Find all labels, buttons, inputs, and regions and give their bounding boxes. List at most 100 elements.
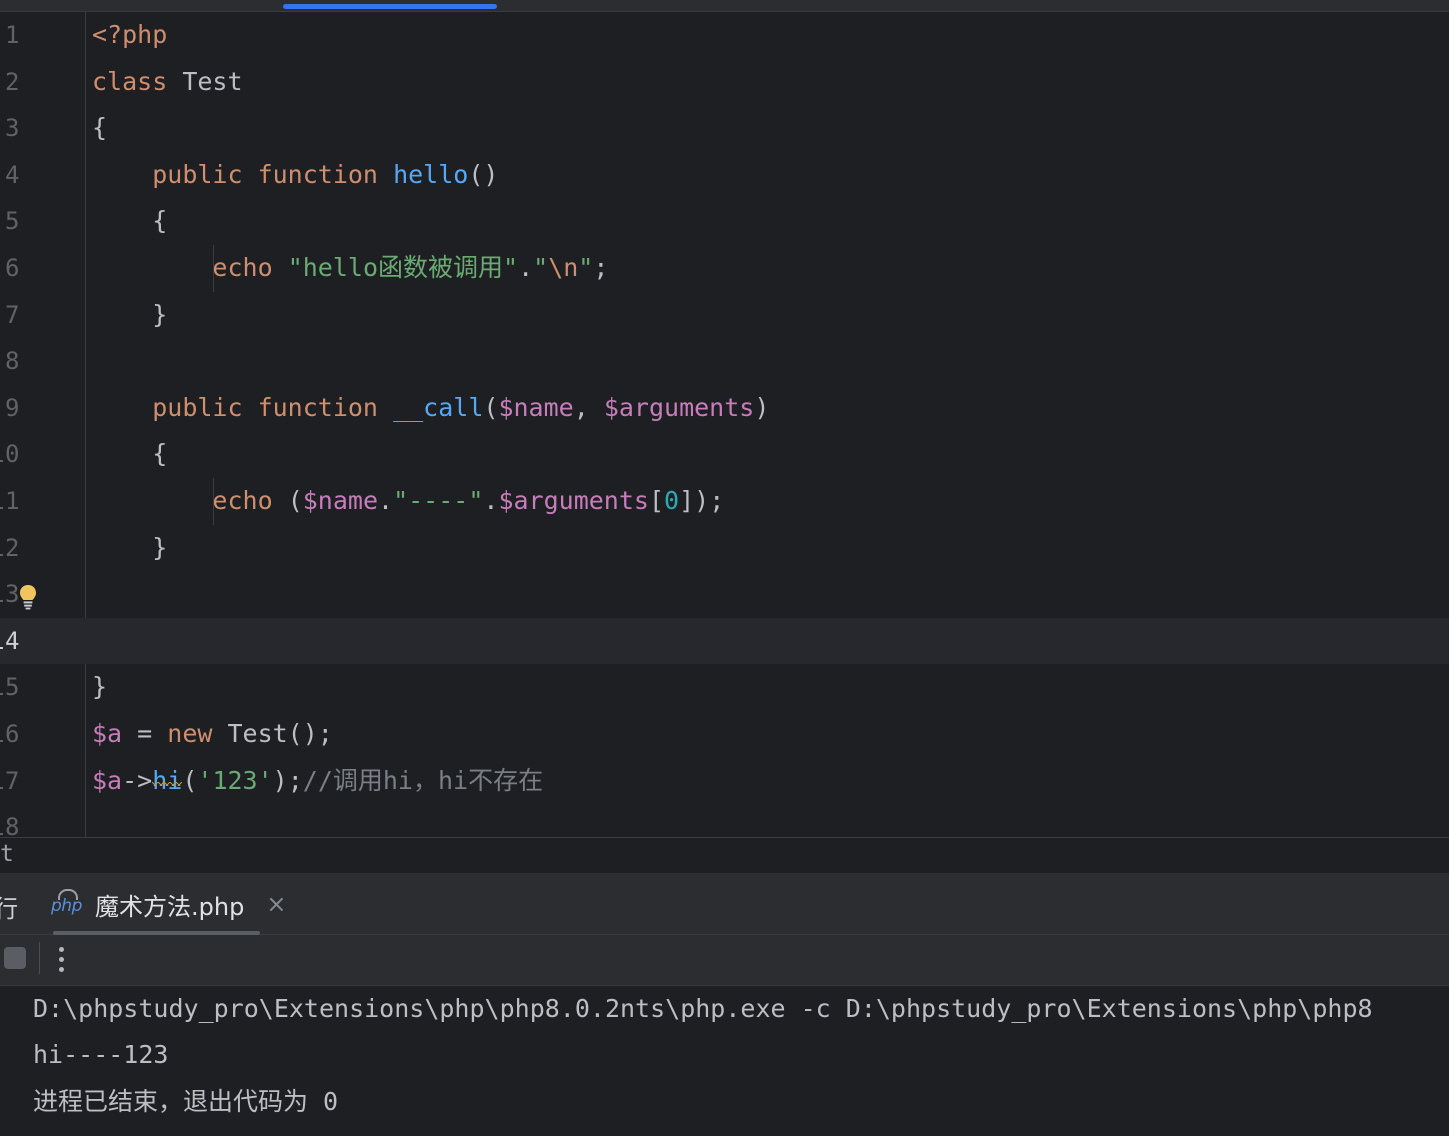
console-line: D:\phpstudy_pro\Extensions\php\php8.0.2n…: [33, 994, 1373, 1023]
code-token: $a: [92, 718, 123, 748]
code-token: public function: [152, 392, 378, 422]
line-content: }: [92, 292, 167, 339]
editor-line[interactable]: 13: [0, 571, 1449, 618]
close-icon[interactable]: ×: [266, 892, 286, 916]
line-content: echo "hello函数被调用"."\n";: [92, 245, 608, 292]
editor-rows: 1 <?php 2 class Test 3{4 public function hel…: [0, 12, 1449, 837]
ide-window: 1 <?php 2 class Test 3{4 public function hel…: [0, 0, 1449, 1136]
code-token: );: [272, 765, 303, 795]
code-token: {: [92, 439, 168, 469]
run-toolbar: [0, 935, 1449, 985]
line-content: public function hello(): [92, 152, 498, 199]
code-token: echo: [212, 252, 273, 282]
editor-line[interactable]: 4 public function hello(): [0, 152, 1449, 199]
editor-line[interactable]: 15}: [0, 664, 1449, 711]
code-token: $a: [92, 765, 123, 795]
editor-line[interactable]: 17 $a->hi('123');//调用hi，hi不存在: [0, 758, 1449, 805]
code-token: }: [92, 299, 168, 329]
line-content: {: [92, 105, 107, 152]
editor-line[interactable]: 3{: [0, 105, 1449, 152]
indent-guide: [213, 245, 215, 292]
editor-line[interactable]: 5 {: [0, 198, 1449, 245]
editor-line[interactable]: 2 class Test: [0, 59, 1449, 106]
code-editor[interactable]: 1 <?php 2 class Test 3{4 public function hel…: [0, 12, 1449, 837]
code-token: 0: [664, 485, 680, 515]
line-content: echo ($name."----".$arguments[0]);: [92, 478, 724, 525]
console-output[interactable]: D:\phpstudy_pro\Extensions\php\php8.0.2n…: [0, 985, 1449, 1136]
editor-line[interactable]: 14: [0, 617, 1449, 665]
line-number: 10: [0, 440, 20, 469]
code-token: (: [483, 392, 499, 422]
line-content: class Test: [92, 59, 243, 106]
editor-line[interactable]: 9 public function __call($name, $argumen…: [0, 385, 1449, 432]
code-token: \n: [548, 252, 579, 282]
editor-line[interactable]: 6 echo "hello函数被调用"."\n";: [0, 245, 1449, 292]
editor-line[interactable]: 10 {: [0, 431, 1449, 478]
breadcrumb[interactable]: t: [0, 837, 1449, 873]
code-token: Test();: [212, 718, 333, 748]
code-token: $arguments: [603, 392, 755, 422]
line-number: 11: [0, 486, 20, 515]
code-token: echo: [212, 485, 273, 515]
editor-line[interactable]: 16 $a = new Test();: [0, 711, 1449, 758]
tool-window-label: 行: [0, 895, 18, 923]
editor-line[interactable]: 18: [0, 804, 1449, 837]
code-token: class: [92, 66, 168, 96]
run-tool-window: 行 php 魔术方法.php × D:\phpstudy_pro\Extensi…: [0, 873, 1449, 1136]
code-token: $arguments: [498, 485, 649, 515]
line-content: }: [92, 525, 167, 572]
console-line: hi----123: [33, 1040, 169, 1069]
line-content: {: [92, 198, 167, 245]
code-token: .: [378, 485, 394, 515]
code-token: new: [167, 718, 213, 748]
code-token: "hello函数被调用": [287, 252, 519, 282]
run-tab-magic-method-php[interactable]: php 魔术方法.php ×: [37, 873, 300, 935]
line-content: }: [92, 664, 107, 711]
indent-guide: [213, 478, 215, 525]
editor-line[interactable]: 11 echo ($name."----".$arguments[0]);: [0, 478, 1449, 525]
line-number: 9: [5, 393, 20, 422]
line-number: 2: [5, 67, 20, 96]
php-file-icon: php: [51, 889, 85, 919]
code-token: ": [578, 252, 594, 282]
line-number: 6: [5, 253, 20, 282]
line-number: 3: [5, 114, 20, 143]
line-number: 1: [5, 21, 20, 49]
toolbar-separator: [39, 942, 40, 974]
code-token: [: [648, 485, 665, 515]
editor-line[interactable]: 1 <?php: [0, 12, 1449, 59]
editor-line[interactable]: 7 }: [0, 292, 1449, 339]
line-number: 5: [5, 207, 20, 236]
editor-tab-strip: [0, 0, 1449, 12]
editor-line[interactable]: 8: [0, 338, 1449, 385]
code-token: }: [92, 532, 168, 562]
line-number: 17: [0, 766, 20, 795]
code-token: (): [468, 159, 499, 189]
code-token: .: [518, 252, 534, 282]
stop-button[interactable]: [4, 947, 26, 969]
code-token: hello: [393, 159, 469, 189]
code-token: ;: [593, 252, 609, 282]
code-token: "----": [393, 485, 484, 515]
code-token: '123': [197, 765, 273, 795]
code-token: ]);: [679, 485, 725, 515]
code-token: }: [92, 672, 108, 702]
lightbulb-icon[interactable]: [16, 582, 40, 610]
code-token: {: [92, 206, 168, 236]
line-number: 16: [0, 719, 20, 748]
code-token: (: [272, 485, 303, 515]
line-content: public function __call($name, $arguments…: [92, 385, 769, 432]
line-number: 12: [0, 533, 20, 562]
code-token: =: [122, 718, 168, 748]
console-line: 进程已结束，退出代码为 0: [33, 1087, 339, 1116]
line-number: 14: [0, 626, 20, 655]
line-number: 15: [0, 673, 20, 702]
code-token: //调用hi，hi不存在: [302, 765, 544, 795]
more-options-button[interactable]: [59, 947, 65, 972]
run-tab-title: 魔术方法.php: [95, 892, 245, 921]
code-token: ): [754, 392, 770, 422]
editor-line[interactable]: 12 }: [0, 525, 1449, 572]
